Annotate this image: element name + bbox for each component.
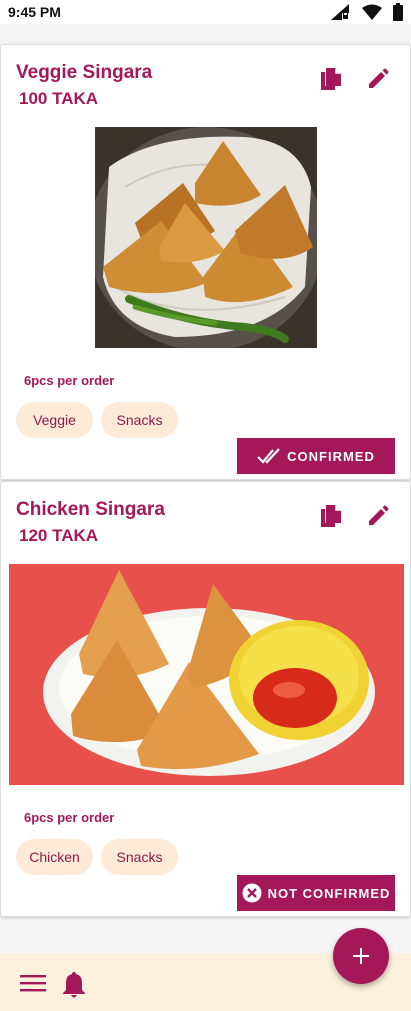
food-image [9,564,404,785]
battery-icon [393,3,403,21]
portion-note: 6pcs per order [24,373,115,388]
status-icons [329,3,403,21]
menu-icon [20,975,46,992]
tag-chip[interactable]: Chicken [16,839,93,875]
item-title: Veggie Singara [16,62,153,83]
menu-button[interactable] [20,973,48,995]
status-label: NOT CONFIRMED [267,885,391,901]
menu-item-card[interactable]: Veggie Singara 100 TAKA 6pcs per order V… [0,44,411,480]
food-image [95,127,317,348]
bell-icon [63,972,85,998]
item-title: Chicken Singara [16,499,165,520]
confirm-status-button[interactable]: CONFIRMED [237,438,395,474]
double-check-icon [257,448,280,464]
portion-note: 6pcs per order [24,810,115,825]
not-confirmed-status-button[interactable]: NOT CONFIRMED [237,875,395,911]
pencil-icon [369,68,389,88]
add-item-fab[interactable] [333,928,389,984]
status-time: 9:45 PM [8,4,61,20]
signal-icon [331,4,349,20]
notifications-button[interactable] [62,971,88,999]
item-price: 120 TAKA [19,526,99,545]
wifi-icon [362,4,382,20]
copy-button[interactable] [317,65,345,93]
pencil-icon [369,505,389,525]
status-label: CONFIRMED [287,448,375,464]
tag-chip[interactable]: Veggie [16,402,93,438]
status-bar: 9:45 PM [0,0,411,24]
item-price: 100 TAKA [19,89,99,108]
copy-button[interactable] [317,502,345,530]
cancel-circle-icon [242,883,262,903]
tag-chip[interactable]: Snacks [101,402,178,438]
tag-chip[interactable]: Snacks [101,839,178,875]
copy-icon [321,505,341,527]
plus-icon [353,948,369,964]
menu-item-card[interactable]: Chicken Singara 120 TAKA 6pcs per order … [0,481,411,917]
edit-button[interactable] [364,502,392,530]
copy-icon [321,68,341,90]
edit-button[interactable] [364,65,392,93]
